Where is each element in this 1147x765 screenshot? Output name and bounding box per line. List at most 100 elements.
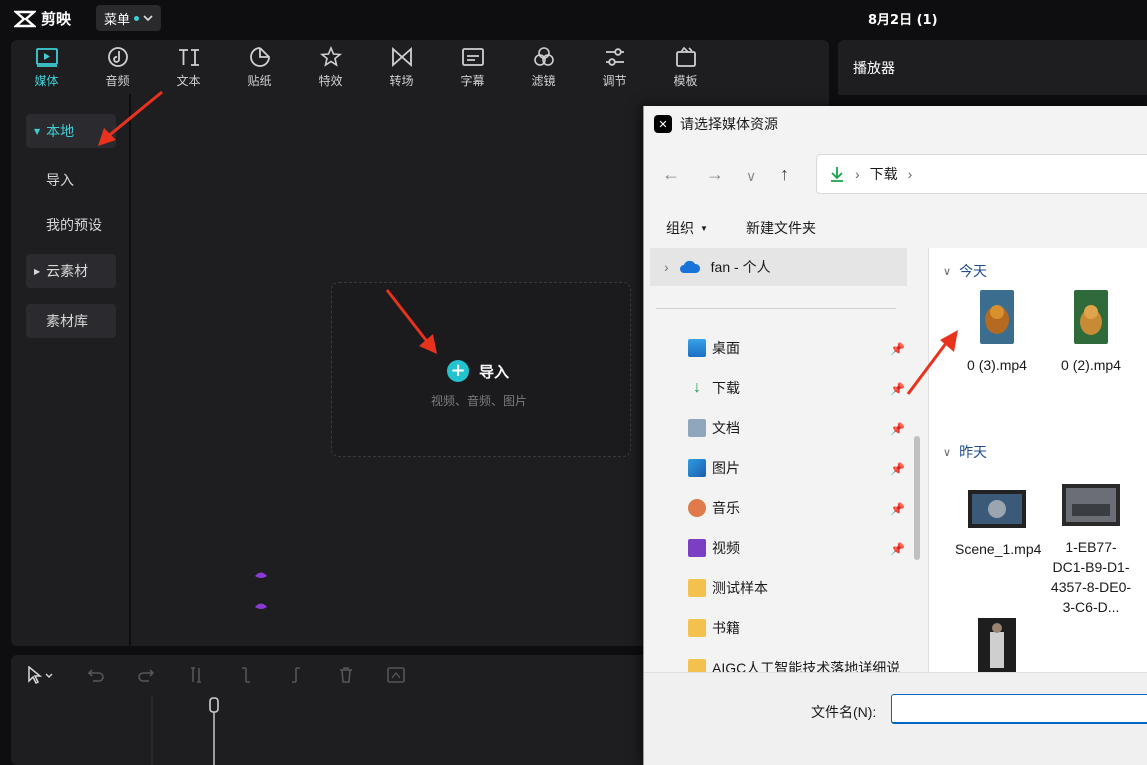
- nav-item-desktop[interactable]: 桌面: [688, 336, 740, 360]
- nav-item-books[interactable]: 书籍: [688, 616, 740, 640]
- split-right-button[interactable]: [271, 666, 321, 684]
- forward-arrow-icon[interactable]: →: [706, 164, 724, 185]
- video-thumbnail-icon: [1062, 484, 1120, 526]
- file-item[interactable]: Scene_1.mp4: [955, 490, 1041, 559]
- dialog-commandbar: 组织 ▼ 新建文件夹: [644, 206, 1147, 248]
- freeze-frame-icon: [387, 667, 405, 683]
- video-icon: [688, 539, 706, 557]
- video-thumbnail-icon: [968, 490, 1026, 528]
- sidebar-item-import[interactable]: 导入: [46, 170, 74, 190]
- caret-down-icon: ▼: [34, 126, 41, 136]
- chevron-down-icon: [143, 15, 153, 22]
- file-item[interactable]: 0 (2).mp4: [1049, 290, 1133, 375]
- nav-item-test-samples[interactable]: 测试样本: [688, 576, 768, 600]
- nav-item-music[interactable]: 音乐: [688, 496, 740, 520]
- nav-item-documents[interactable]: 文档: [688, 416, 740, 440]
- nav-scrollbar[interactable]: [914, 436, 920, 560]
- player-panel: 播放器: [838, 40, 1147, 95]
- undo-button[interactable]: [71, 666, 121, 684]
- sidebar-item-library[interactable]: 素材库: [26, 304, 116, 338]
- pictures-icon: [688, 459, 706, 477]
- audio-icon: [107, 46, 128, 67]
- tab-filter[interactable]: 滤镜: [508, 40, 579, 94]
- folder-icon: [688, 619, 706, 637]
- menu-update-dot: [134, 15, 140, 21]
- tab-template[interactable]: 模板: [650, 40, 721, 94]
- tab-effects[interactable]: 特效: [295, 40, 366, 94]
- timeline-toolbar: [11, 655, 651, 695]
- nav-item-onedrive[interactable]: › fan - 个人: [650, 248, 907, 286]
- redo-button[interactable]: [121, 666, 171, 684]
- player-title: 播放器: [853, 61, 895, 77]
- chevron-right-icon: ›: [855, 166, 860, 182]
- organize-button[interactable]: 组织 ▼: [666, 218, 708, 238]
- import-dropzone[interactable]: + 导入 视频、音频、图片: [331, 282, 631, 457]
- address-bar[interactable]: › 下载 ›: [816, 154, 1147, 194]
- pin-icon: 📌: [890, 502, 905, 516]
- dialog-footer: 文件名(N):: [644, 672, 1147, 765]
- playhead-handle[interactable]: [209, 697, 219, 765]
- cursor-icon: [28, 666, 53, 684]
- group-header-yesterday[interactable]: ∨ 昨天: [943, 442, 987, 462]
- app-logo: 剪映: [14, 8, 71, 29]
- chevron-right-icon: ›: [907, 166, 913, 182]
- split-button[interactable]: [171, 666, 221, 684]
- breadcrumb-downloads[interactable]: 下载: [870, 164, 898, 184]
- app-name: 剪映: [41, 10, 72, 28]
- template-icon: [675, 46, 696, 67]
- file-item[interactable]: 1-EB77-DC1-B9-D1-4357-8-DE0-3-C6-D...: [1049, 484, 1133, 617]
- recent-chevron-down-icon[interactable]: ∨: [746, 168, 756, 185]
- freeze-button[interactable]: [371, 666, 421, 684]
- video-thumbnail-icon: [1074, 290, 1108, 344]
- download-icon: ↓: [693, 379, 701, 396]
- chevron-right-icon: ›: [664, 259, 669, 275]
- media-icon: [35, 47, 58, 67]
- sidebar-item-local[interactable]: ▼ 本地: [26, 114, 116, 148]
- tab-subtitle[interactable]: 字幕: [437, 40, 508, 94]
- back-arrow-icon[interactable]: ←: [662, 164, 680, 185]
- tab-text[interactable]: 文本: [153, 40, 224, 94]
- purple-marker-icon: [255, 603, 267, 609]
- music-icon: [688, 499, 706, 517]
- select-tool-button[interactable]: [11, 666, 71, 684]
- timeline-panel: [11, 655, 651, 765]
- purple-marker-icon: [255, 572, 267, 578]
- filename-input[interactable]: [891, 694, 1147, 724]
- nav-divider: [656, 308, 896, 309]
- sidebar-item-presets[interactable]: 我的预设: [46, 215, 102, 235]
- caret-down-icon: ▼: [700, 223, 708, 233]
- sticker-icon: [249, 46, 270, 67]
- media-sidebar: ▼ 本地 导入 我的预设 ▶ 云素材 素材库: [11, 94, 131, 646]
- tab-media[interactable]: 媒体: [11, 40, 82, 94]
- new-folder-button[interactable]: 新建文件夹: [746, 218, 816, 238]
- tab-adjust[interactable]: 调节: [579, 40, 650, 94]
- nav-item-videos[interactable]: 视频: [688, 536, 740, 560]
- pin-icon: 📌: [890, 542, 905, 556]
- file-list-pane: ∨ 今天 0 (3).mp4 0 (2).mp4 ∨ 昨天 Scene_1.mp…: [928, 248, 1147, 672]
- menu-button[interactable]: 菜单: [96, 5, 162, 31]
- redo-icon: [138, 669, 155, 682]
- nav-item-pictures[interactable]: 图片: [688, 456, 740, 480]
- import-button[interactable]: + 导入: [447, 360, 509, 382]
- tab-audio[interactable]: 音频: [82, 40, 153, 94]
- nav-item-downloads[interactable]: ↓ 下载: [688, 376, 740, 400]
- tab-transition[interactable]: 转场: [366, 40, 437, 94]
- sidebar-item-cloud[interactable]: ▶ 云素材: [26, 254, 116, 288]
- tab-sticker[interactable]: 贴纸: [224, 40, 295, 94]
- file-item[interactable]: 0 (3).mp4: [955, 290, 1039, 375]
- file-item[interactable]: [955, 618, 1039, 672]
- split-right-icon: [292, 667, 300, 683]
- undo-icon: [87, 669, 104, 682]
- subtitle-icon: [461, 47, 484, 66]
- group-header-today[interactable]: ∨ 今天: [943, 261, 987, 281]
- download-icon: [831, 167, 843, 182]
- split-left-button[interactable]: [221, 666, 271, 684]
- delete-button[interactable]: [321, 666, 371, 684]
- document-icon: [688, 419, 706, 437]
- import-hint: 视频、音频、图片: [431, 394, 528, 408]
- timeline-divider: [151, 695, 153, 765]
- text-icon: [178, 48, 199, 66]
- video-thumbnail-icon: [978, 618, 1016, 672]
- menu-label: 菜单: [104, 12, 131, 28]
- up-arrow-icon[interactable]: ↑: [780, 164, 789, 185]
